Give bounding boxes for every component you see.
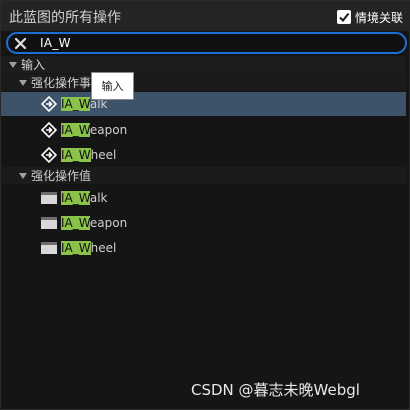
category-label: 强化操作事: [31, 76, 92, 90]
category-label: 强化操作值: [31, 169, 92, 183]
context-checkbox[interactable]: [336, 10, 351, 24]
checkmark-icon: [339, 12, 350, 23]
list-item[interactable]: IA_Walk: [1, 92, 406, 116]
variable-value-icon: [41, 242, 57, 254]
action-menu-panel: 此蓝图的所有操作 情境关联 IA_W 输入 强化操作事 IA_Walk IA_W…: [0, 0, 410, 410]
category-action-values[interactable]: 强化操作值: [1, 167, 406, 184]
chevron-down-icon[interactable]: [19, 79, 27, 86]
close-icon: [14, 37, 27, 50]
list-item[interactable]: IA_Weapon: [1, 212, 406, 234]
item-label: IA_Wheel: [61, 241, 117, 255]
item-label: IA_Weapon: [61, 123, 128, 137]
list-item[interactable]: IA_Wheel: [1, 237, 406, 259]
tooltip: 输入: [91, 72, 134, 100]
list-item[interactable]: IA_Weapon: [1, 119, 406, 141]
item-label: IA_Walk: [61, 191, 108, 205]
variable-value-icon: [41, 217, 57, 229]
chevron-down-icon[interactable]: [9, 61, 17, 68]
clear-search-button[interactable]: [13, 36, 28, 51]
category-label: 输入: [21, 58, 46, 72]
item-label: IA_Wheel: [61, 148, 117, 162]
event-diamond-icon: [41, 96, 57, 112]
menu-header: 此蓝图的所有操作 情境关联: [1, 1, 410, 31]
category-input[interactable]: 输入: [1, 56, 406, 73]
context-sensitive-toggle[interactable]: 情境关联: [336, 9, 403, 25]
list-item[interactable]: IA_Wheel: [1, 144, 406, 166]
search-box[interactable]: IA_W: [6, 32, 407, 54]
list-item[interactable]: IA_Walk: [1, 187, 406, 209]
event-diamond-icon: [41, 147, 57, 163]
chevron-down-icon[interactable]: [19, 172, 27, 179]
watermark: CSDN @暮志未晚Webgl: [191, 381, 360, 399]
context-label: 情境关联: [354, 10, 403, 25]
category-action-events[interactable]: 强化操作事: [1, 74, 406, 91]
menu-title: 此蓝图的所有操作: [9, 10, 121, 26]
item-label: IA_Weapon: [61, 216, 128, 230]
variable-value-icon: [41, 192, 57, 204]
search-input[interactable]: IA_W: [40, 36, 71, 50]
event-diamond-icon: [41, 122, 57, 138]
